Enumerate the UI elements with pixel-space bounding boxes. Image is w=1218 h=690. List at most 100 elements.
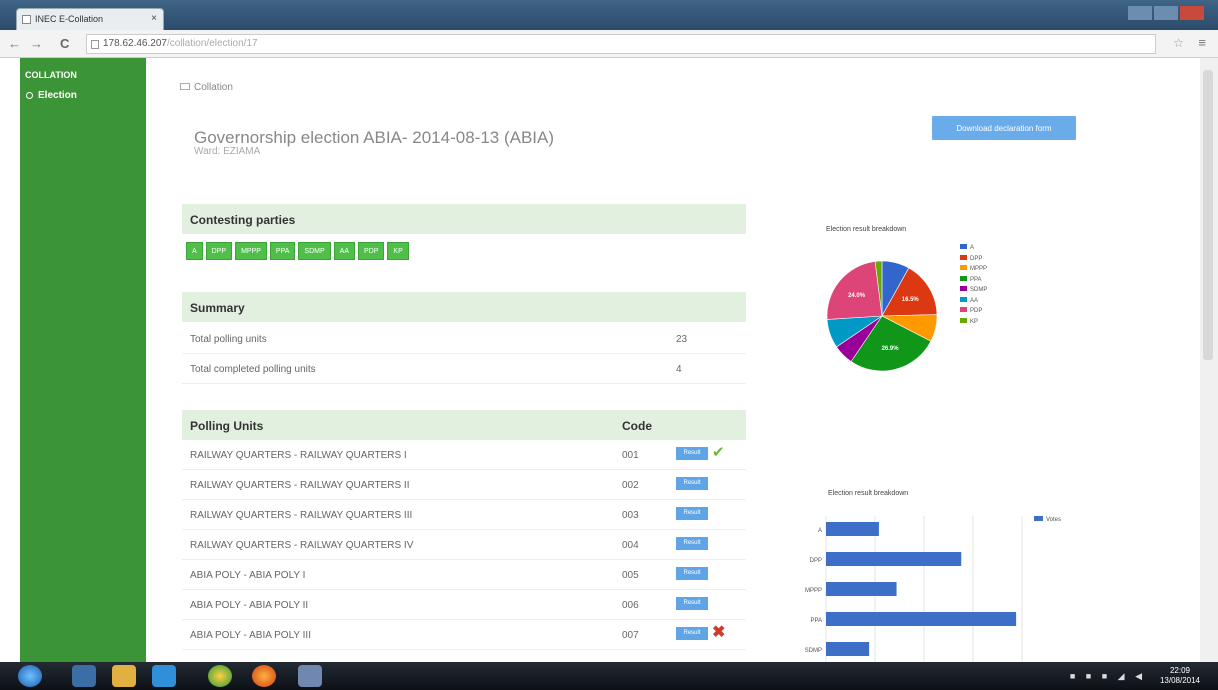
page-favicon-icon [22,15,31,24]
legend-swatch [960,265,967,270]
legend-item: KP [960,317,987,329]
table-row: RAILWAY QUARTERS - RAILWAY QUARTERS III 0… [182,500,746,530]
browser-menu-icon[interactable]: ≡ [1198,35,1206,50]
tab-close-icon[interactable]: × [151,13,157,24]
bar-category-label: A [818,528,822,534]
code-heading: Code [622,419,652,433]
sidebar-item-election[interactable]: Election [20,80,146,101]
bar-a[interactable] [826,522,879,536]
table-row: RAILWAY QUARTERS - RAILWAY QUARTERS II 00… [182,470,746,500]
polling-units-heading: Polling Units [190,419,264,433]
table-row: ABIA POLY - ABIA POLY III 007 Result ✖ [182,620,746,650]
polling-unit-code: 005 [622,570,639,581]
legend-label: KP [970,318,979,325]
polling-units-header: Polling Units Code [182,410,746,440]
legend-item: DPP [960,254,987,266]
bar-category-label: SDMP [805,648,822,654]
bar-category-label: PPA [810,618,822,624]
chrome-icon[interactable] [208,665,232,687]
polling-unit-name: ABIA POLY - ABIA POLY I [190,570,306,581]
party-badge[interactable]: AA [333,242,355,260]
result-button[interactable]: Result [676,567,708,580]
download-declaration-button[interactable]: Download declaration form [932,116,1076,140]
internet-explorer-icon[interactable] [152,665,176,687]
main-content: Collation Governorship election ABIA- 20… [146,58,1200,662]
page-title: Governorship election ABIA- 2014-08-13 (… [194,128,555,147]
result-button[interactable]: Result [676,537,708,550]
party-badge[interactable]: PDP [358,242,385,260]
url-input[interactable]: 178.62.46.207/collation/election/17 [86,34,1156,54]
legend-swatch [960,317,967,323]
polling-unit-name: RAILWAY QUARTERS - RAILWAY QUARTERS IV [190,540,414,551]
bar-sdmp[interactable] [826,642,870,656]
table-row: RAILWAY QUARTERS - RAILWAY QUARTERS I 001… [182,440,746,470]
party-badge[interactable]: MPPP [235,242,267,260]
taskbar-app-icon[interactable] [298,665,322,687]
polling-unit-name: RAILWAY QUARTERS - RAILWAY QUARTERS I [190,450,407,461]
legend-swatch [960,307,967,312]
polling-unit-name: RAILWAY QUARTERS - RAILWAY QUARTERS II [190,480,410,491]
pie-chart-title: Election result breakdown [826,226,907,233]
pie-slice-pdp[interactable] [826,261,883,320]
folder-icon[interactable] [112,665,136,687]
legend-label: MPPP [970,266,988,272]
bar-legend: Votes [1034,516,1061,523]
forward-arrow-icon[interactable]: → [30,36,43,51]
result-button[interactable]: Result [676,627,708,640]
legend-item: PDP [960,307,987,318]
bar-dpp[interactable] [826,552,962,566]
reload-icon[interactable]: C [60,36,69,51]
summary-row: Total polling units 23 [182,324,746,354]
close-window-button[interactable] [1180,6,1204,20]
firefox-icon[interactable] [252,665,276,687]
check-icon: ✔ [712,444,725,461]
table-row: ABIA POLY - ABIA POLY II 006 Result [182,590,746,620]
result-button[interactable]: Result [676,447,708,460]
pie-slice-label: 16.5% [902,297,920,303]
pie-legend: A DPP MPPP PPA SDMP AA PDP KP [960,244,987,328]
legend-swatch [960,296,967,302]
taskbar-app-icon[interactable] [72,665,96,687]
system-clock[interactable]: 22:09 13/08/2014 [1160,666,1200,686]
breadcrumb-label[interactable]: Collation [194,82,233,93]
clock-time: 22:09 [1169,666,1190,675]
table-row: ABIA POLY - ABIA POLY I 005 Result [182,560,746,590]
result-button[interactable]: Result [676,597,708,610]
legend-label: PPA [970,276,982,283]
summary-value: 23 [676,334,688,345]
table-row: RAILWAY QUARTERS - RAILWAY QUARTERS IV 00… [182,530,746,560]
party-list: A DPP MPPP PPA SDMP AA PDP KP [186,240,412,260]
bookmark-star-icon[interactable]: ☆ [1173,36,1184,50]
browser-tab-bar: INEC E-Collation × [0,0,1218,30]
polling-unit-code: 003 [622,510,639,521]
party-badge[interactable]: PPA [269,242,296,260]
maximize-button[interactable] [1154,6,1178,20]
party-badge[interactable]: SDMP [298,242,331,260]
system-tray-icons[interactable]: ■ ■ ■ ◢ ◀ [1070,671,1146,682]
bar-mppp[interactable] [826,582,897,596]
minimize-button[interactable] [1128,6,1152,20]
polling-unit-code: 004 [622,540,639,551]
cross-icon: ✖ [712,624,726,641]
browser-tab[interactable]: INEC E-Collation × [16,8,164,30]
polling-unit-code: 006 [622,600,639,611]
scrollbar-thumb[interactable] [1203,70,1213,360]
left-margin [0,58,20,662]
legend-item: AA [960,296,987,308]
result-button[interactable]: Result [676,507,708,520]
start-button-icon[interactable] [18,665,42,687]
taskbar: ■ ■ ■ ◢ ◀ 22:09 13/08/2014 [0,662,1218,690]
legend-label: A [970,245,975,251]
back-arrow-icon[interactable]: ← [8,36,21,51]
party-badge[interactable]: KP [387,242,409,260]
legend-label: DPP [970,255,983,262]
pie-slice-label: 24.0% [848,293,866,299]
bar-chart: ADPPMPPPPPASDMPAA [805,516,1023,662]
page-subtitle: Ward: EZIAMA [194,146,261,157]
legend-swatch [1034,516,1043,521]
party-badge[interactable]: DPP [205,242,233,260]
home-icon [180,83,190,90]
party-badge[interactable]: A [186,242,203,260]
result-button[interactable]: Result [676,477,708,490]
bar-ppa[interactable] [826,612,1017,626]
